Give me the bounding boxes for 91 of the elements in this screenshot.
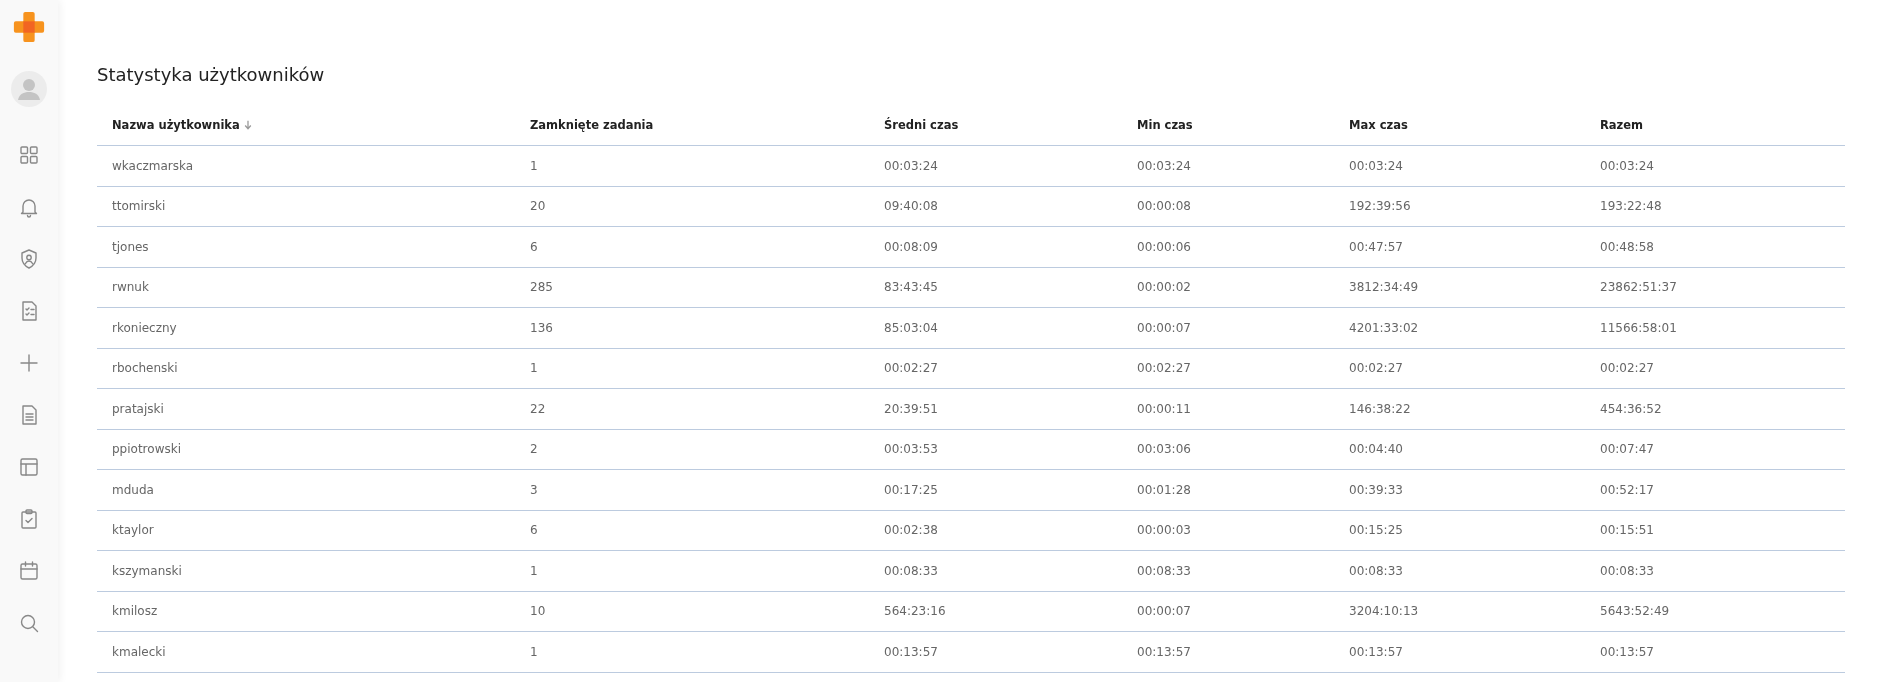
table-cell: tjones (112, 239, 149, 254)
table-cell: 83:43:45 (884, 280, 938, 295)
table-cell: 00:02:27 (1600, 361, 1654, 376)
table-cell: 00:00:11 (1137, 401, 1191, 416)
table-cell: rkonieczny (112, 320, 177, 335)
page-title: Statystyka użytkowników (97, 64, 326, 85)
table-cell: 00:08:33 (1349, 563, 1403, 578)
table-cell: 00:13:57 (1137, 644, 1191, 659)
table-cell: 00:00:06 (1137, 239, 1191, 254)
table-cell: 00:03:24 (884, 158, 938, 173)
table-cell: 4201:33:02 (1349, 320, 1419, 335)
table-cell: 193:22:48 (1600, 199, 1662, 214)
table-cell: 00:04:40 (1349, 442, 1403, 457)
table-cell: 00:02:38 (884, 523, 938, 538)
table-cell: ktaylor (112, 523, 154, 538)
table-cell: 20 (530, 199, 546, 214)
column-header[interactable]: Zamknięte zadania (515, 105, 869, 146)
column-header[interactable]: Max czas (1334, 105, 1585, 146)
calendar-icon[interactable] (17, 559, 41, 583)
table-cell: ttomirski (112, 199, 166, 214)
table-cell: 1 (530, 644, 538, 659)
table-cell: 00:01:28 (1137, 482, 1191, 497)
plus-icon[interactable] (17, 351, 41, 375)
table-cell: 00:13:57 (884, 644, 938, 659)
table-cell: 3812:34:49 (1349, 280, 1419, 295)
table-cell: 11566:58:01 (1600, 320, 1677, 335)
table-cell: 00:03:24 (1137, 158, 1191, 173)
table-cell: 00:00:07 (1137, 320, 1191, 335)
table-cell: 00:03:24 (1349, 158, 1403, 173)
table-cell: 454:36:52 (1600, 401, 1662, 416)
table-cell: 00:02:27 (1349, 361, 1403, 376)
table-cell: kmalecki (112, 644, 166, 659)
table-cell: 09:40:08 (884, 199, 938, 214)
table-cell: 10 (530, 604, 546, 619)
avatar-icon[interactable] (11, 71, 47, 107)
table-cell: rwnuk (112, 280, 149, 295)
table-cell: pratajski (112, 401, 164, 416)
table-cell: 192:39:56 (1349, 199, 1411, 214)
table-cell: 00:52:17 (1600, 482, 1654, 497)
table-cell: ppiotrowski (112, 442, 181, 457)
table-cell: 00:03:06 (1137, 442, 1191, 457)
column-header[interactable]: Nazwa użytkownika (97, 105, 515, 146)
table-cell: 00:17:25 (884, 482, 938, 497)
table-cell: 2 (530, 442, 538, 457)
table-cell: 136 (530, 320, 553, 335)
table-cell: 00:13:57 (1349, 644, 1403, 659)
table-cell: 00:08:33 (1137, 563, 1191, 578)
table-cell: 564:23:16 (884, 604, 946, 619)
table-cell: 22 (530, 401, 546, 416)
table-cell: 1 (530, 361, 538, 376)
table-cell: 00:15:51 (1600, 523, 1654, 538)
table-cell: 00:00:03 (1137, 523, 1191, 538)
table-cell: 00:39:33 (1349, 482, 1403, 497)
table-cell: 1 (530, 563, 538, 578)
table-cell: 3 (530, 482, 538, 497)
table-cell: 00:15:25 (1349, 523, 1403, 538)
table-cell: 23862:51:37 (1600, 280, 1677, 295)
table-cell: 00:03:24 (1600, 158, 1654, 173)
table-cell: 00:03:53 (884, 442, 938, 457)
table-cell: 00:07:47 (1600, 442, 1654, 457)
table-cell: kmilosz (112, 604, 158, 619)
table-cell: kszymanski (112, 563, 182, 578)
table-cell: 1 (530, 158, 538, 173)
logo-icon[interactable] (12, 10, 46, 44)
table-cell: 146:38:22 (1349, 401, 1411, 416)
table-cell: 00:02:27 (1137, 361, 1191, 376)
table-cell: 285 (530, 280, 553, 295)
table-cell: 00:00:02 (1137, 280, 1191, 295)
table-cell: rbochenski (112, 361, 178, 376)
table-cell: 00:48:58 (1600, 239, 1654, 254)
table-cell: 85:03:04 (884, 320, 938, 335)
table-cell: 00:13:57 (1600, 644, 1654, 659)
table-cell: 00:00:07 (1137, 604, 1191, 619)
table-cell: 3204:10:13 (1349, 604, 1419, 619)
column-header[interactable]: Średni czas (869, 105, 1122, 146)
table-cell: 00:08:09 (884, 239, 938, 254)
table-cell: 00:00:08 (1137, 199, 1191, 214)
table-cell: 6 (530, 239, 538, 254)
table-cell: 5643:52:49 (1600, 604, 1670, 619)
layout-icon[interactable] (17, 455, 41, 479)
table-cell: 00:47:57 (1349, 239, 1403, 254)
table-cell: 00:08:33 (884, 563, 938, 578)
column-header[interactable]: Min czas (1122, 105, 1334, 146)
table-cell: mduda (112, 482, 154, 497)
table-cell: 00:02:27 (884, 361, 938, 376)
table-cell: 00:08:33 (1600, 563, 1654, 578)
table-cell: 20:39:51 (884, 401, 938, 416)
column-header[interactable]: Razem (1585, 105, 1845, 146)
grid-icon[interactable] (17, 143, 41, 167)
table-cell: 6 (530, 523, 538, 538)
table-cell: wkaczmarska (112, 158, 194, 173)
